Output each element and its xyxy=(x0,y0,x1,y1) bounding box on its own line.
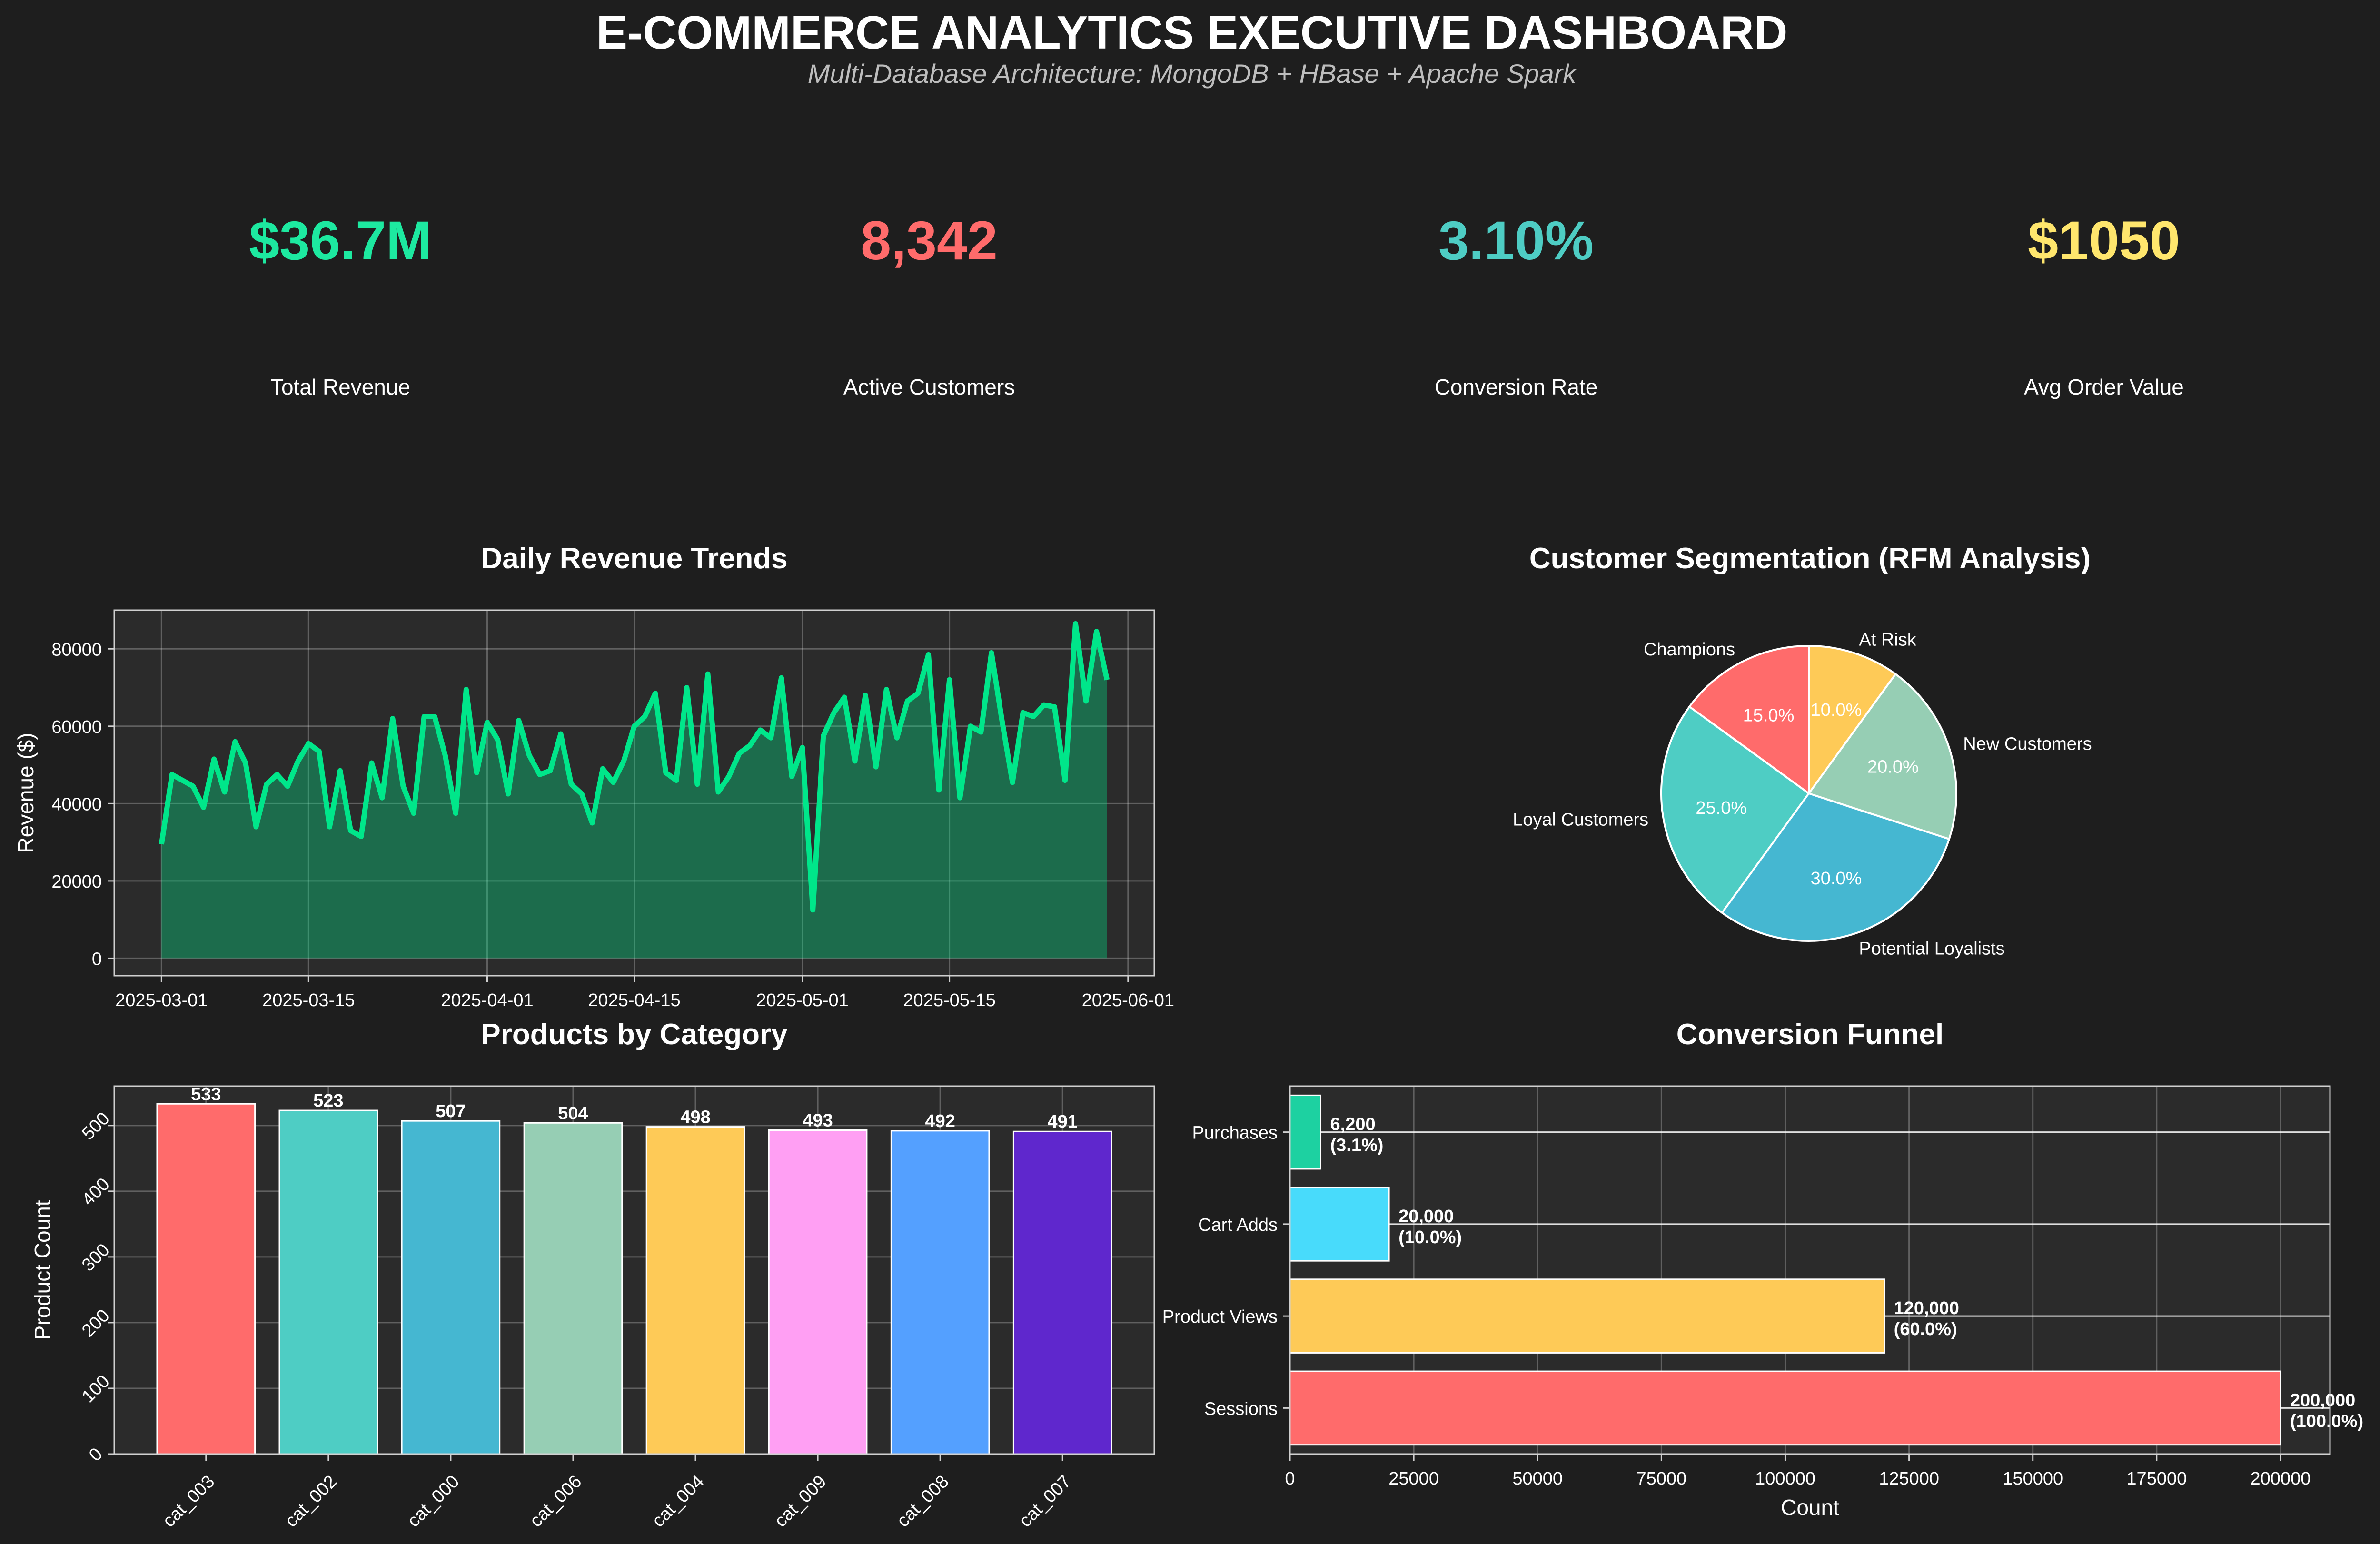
category-bar-value-label: 491 xyxy=(1048,1112,1078,1132)
revenue-x-tick-label: 2025-05-15 xyxy=(903,990,995,1010)
funnel-bar-percent-label: (10.0%) xyxy=(1398,1227,1462,1247)
category-x-tick-label: cat_007 xyxy=(1015,1472,1075,1531)
funnel-bar-value-label: 6,200 xyxy=(1330,1115,1376,1135)
pie-percent-label: 30.0% xyxy=(1811,869,1862,889)
pie-slice-label: Champions xyxy=(1644,640,1735,660)
category-x-tick-label: cat_009 xyxy=(771,1472,830,1531)
category-y-tick-label: 500 xyxy=(78,1109,114,1144)
revenue-y-tick-label: 0 xyxy=(92,949,102,969)
revenue-y-tick-label: 80000 xyxy=(51,640,102,660)
category-y-tick-label: 300 xyxy=(78,1240,114,1276)
category-bar-value-label: 523 xyxy=(313,1091,343,1111)
category-x-tick-label: cat_003 xyxy=(159,1472,218,1531)
category-x-tick-label: cat_004 xyxy=(648,1472,708,1531)
funnel-bar xyxy=(1289,1187,1390,1262)
category-bar-value-label: 498 xyxy=(680,1108,710,1128)
funnel-bar-percent-label: (60.0%) xyxy=(1894,1319,1957,1339)
funnel-bar-percent-label: (3.1%) xyxy=(1330,1136,1384,1156)
category-bar xyxy=(156,1103,256,1455)
funnel-x-tick-label: 150000 xyxy=(2003,1469,2063,1489)
pie-slice-label: Potential Loyalists xyxy=(1859,939,2004,959)
funnel-y-tick-label: Purchases xyxy=(1192,1123,1278,1143)
segmentation-chart: 15.0% Champions 25.0% Loyal Customers 30.0% P… xyxy=(1513,630,2092,959)
category-bar-value-label: 492 xyxy=(925,1111,955,1131)
category-y-tick-label: 400 xyxy=(78,1174,114,1210)
revenue-x-tick-label: 2025-06-01 xyxy=(1082,990,1174,1010)
category-y-tick-label: 0 xyxy=(85,1444,107,1465)
funnel-bar-value-label: 200,000 xyxy=(2290,1390,2355,1410)
category-chart: 0 100 200 300 400 500 533 cat_003 523 cat_002 507 c… xyxy=(30,1084,1155,1531)
funnel-x-tick-label: 25000 xyxy=(1388,1469,1439,1489)
funnel-x-tick-label: 100000 xyxy=(1755,1469,1815,1489)
revenue-chart: 2025-03-01 2025-03-15 2025-04-01 2025-04-15… xyxy=(13,609,1174,1010)
funnel-bar-value-label: 120,000 xyxy=(1894,1298,1959,1318)
category-bar-value-label: 507 xyxy=(436,1101,466,1121)
revenue-x-tick-label: 2025-04-01 xyxy=(441,990,533,1010)
category-bar xyxy=(1012,1130,1112,1455)
funnel-x-tick-label: 0 xyxy=(1285,1469,1295,1489)
funnel-x-axis-label: Count xyxy=(1781,1495,1839,1520)
funnel-bar-percent-label: (100.0%) xyxy=(2290,1411,2363,1431)
funnel-y-tick-label: Product Views xyxy=(1162,1307,1278,1327)
funnel-x-tick-label: 125000 xyxy=(1879,1469,1939,1489)
funnel-x-tick-label: 50000 xyxy=(1512,1469,1563,1489)
charts-canvas: 2025-03-01 2025-03-15 2025-04-01 2025-04-15… xyxy=(13,609,2363,1531)
category-bar-value-label: 493 xyxy=(803,1110,833,1130)
category-x-tick-label: cat_008 xyxy=(893,1472,952,1531)
revenue-y-tick-label: 20000 xyxy=(51,872,102,892)
category-y-tick-label: 100 xyxy=(78,1371,114,1407)
revenue-x-tick-label: 2025-05-01 xyxy=(756,990,848,1010)
category-x-tick-label: cat_002 xyxy=(281,1472,341,1531)
category-bar xyxy=(278,1109,378,1455)
category-bar xyxy=(768,1129,868,1455)
category-bar xyxy=(645,1126,745,1455)
category-bar xyxy=(890,1130,990,1455)
revenue-x-tick-label: 2025-04-15 xyxy=(588,990,680,1010)
revenue-x-tick-label: 2025-03-01 xyxy=(115,990,208,1010)
revenue-y-tick-label: 60000 xyxy=(51,717,102,737)
category-x-tick-label: cat_000 xyxy=(404,1472,463,1531)
funnel-y-tick-label: Sessions xyxy=(1204,1399,1278,1419)
funnel-bar-value-label: 20,000 xyxy=(1398,1207,1454,1227)
funnel-chart: 0 25000 50000 75000 100000 125000 150000 175000… xyxy=(1162,1085,2363,1520)
category-plot-area xyxy=(114,1086,1154,1454)
pie-percent-label: 10.0% xyxy=(1811,700,1862,720)
category-bar-value-label: 533 xyxy=(191,1084,221,1104)
category-bar xyxy=(401,1120,501,1455)
funnel-x-tick-label: 200000 xyxy=(2251,1469,2311,1489)
revenue-y-tick-label: 40000 xyxy=(51,794,102,814)
funnel-bar xyxy=(1289,1094,1322,1170)
revenue-x-tick-label: 2025-03-15 xyxy=(262,990,355,1010)
category-y-tick-label: 200 xyxy=(78,1306,114,1341)
funnel-bar xyxy=(1289,1278,1885,1354)
pie-slice-label: At Risk xyxy=(1859,630,1916,650)
funnel-x-tick-label: 75000 xyxy=(1636,1469,1687,1489)
category-bar-value-label: 504 xyxy=(558,1103,588,1123)
category-y-axis-label: Product Count xyxy=(30,1200,55,1340)
revenue-y-axis-label: Revenue ($) xyxy=(13,732,38,853)
pie-slice-label: Loyal Customers xyxy=(1513,810,1648,830)
pie-percent-label: 25.0% xyxy=(1696,798,1747,818)
funnel-y-tick-label: Cart Adds xyxy=(1198,1215,1278,1235)
pie-percent-label: 15.0% xyxy=(1743,705,1795,725)
pie-percent-label: 20.0% xyxy=(1867,757,1919,777)
pie-slice-label: New Customers xyxy=(1963,734,2092,754)
category-bar xyxy=(523,1122,623,1455)
funnel-bar xyxy=(1289,1370,2281,1446)
category-x-tick-label: cat_006 xyxy=(526,1472,585,1531)
funnel-x-tick-label: 175000 xyxy=(2126,1469,2187,1489)
